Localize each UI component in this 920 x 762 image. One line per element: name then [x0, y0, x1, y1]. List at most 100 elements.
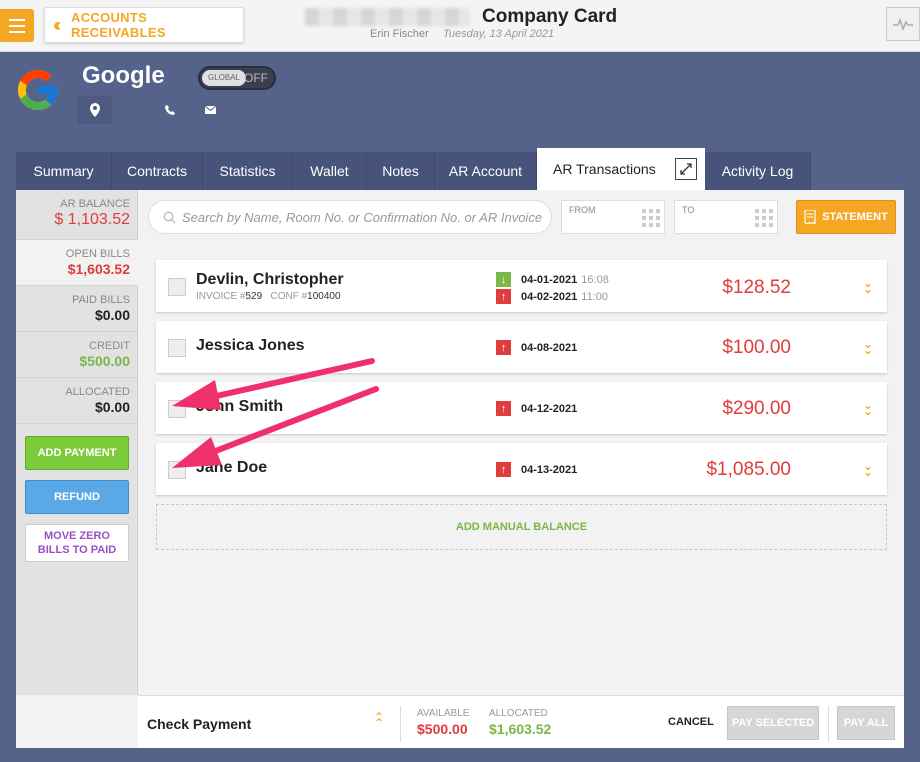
tab-activity-log[interactable]: Activity Log [705, 152, 811, 190]
bill-checkbox[interactable] [168, 339, 186, 357]
available-stat: AVAILABLE $500.00 [417, 708, 469, 737]
move-zero-bills-to-paid-button[interactable]: MOVE ZERO BILLS TO PAID [25, 524, 129, 562]
date-text: 04-13-2021 [521, 463, 578, 476]
invoice-label: INVOICE # [196, 291, 246, 302]
envelope-icon [204, 106, 216, 114]
blurred-company-text [305, 8, 470, 26]
divider [400, 706, 401, 742]
to-label: TO [682, 205, 695, 215]
statement-label: STATEMENT [822, 211, 888, 223]
bill-row[interactable]: Jane Doe ↑ 04-13-2021 $1,085.00 ⌄ ⌄ [156, 443, 887, 495]
credit-stat[interactable]: CREDIT $500.00 [16, 332, 138, 378]
tab-statistics[interactable]: Statistics [203, 152, 293, 190]
chevron-up-icon[interactable]: ⌃ ⌃ [374, 711, 384, 729]
open-bills-label: OPEN BILLS [65, 248, 130, 260]
bill-checkbox[interactable] [168, 278, 186, 296]
bill-row[interactable]: Jessica Jones ↑ 04-08-2021 $100.00 ⌄ ⌄ [156, 321, 887, 373]
expand-chevron-icon[interactable]: ⌄ ⌄ [863, 460, 873, 478]
back-to-accounts-receivables-button[interactable]: ‹‹ ACCOUNTS RECEIVABLES [44, 7, 244, 43]
expand-icon[interactable] [675, 158, 697, 180]
bill-row[interactable]: John Smith ↑ 04-12-2021 $290.00 ⌄ ⌄ [156, 382, 887, 434]
tab-label: AR Account [448, 163, 523, 179]
statement-button[interactable]: STATEMENT [796, 200, 896, 234]
pay-selected-button[interactable]: PAY SELECTED [727, 706, 819, 740]
expand-chevron-icon[interactable]: ⌄ ⌄ [863, 399, 873, 417]
arrow-up-icon: ↑ [496, 401, 511, 416]
add-payment-button[interactable]: ADD PAYMENT [25, 436, 129, 470]
allocated-value: $0.00 [94, 399, 130, 415]
search-icon [163, 210, 176, 224]
tab-wallet[interactable]: Wallet [293, 152, 367, 190]
allocated-label: ALLOCATED [65, 386, 130, 398]
user-name: Erin Fischer [370, 28, 429, 40]
tab-label: AR Transactions [553, 161, 656, 177]
search-bar [148, 200, 552, 234]
map-pin-icon [90, 103, 100, 117]
bill-amount: $290.00 [722, 398, 791, 419]
credit-label: CREDIT [89, 340, 130, 352]
back-button-label: ACCOUNTS RECEIVABLES [71, 10, 166, 40]
email-button[interactable] [198, 96, 222, 124]
bill-meta: INVOICE #529 CONF #100400 [196, 291, 341, 302]
activity-pulse-button[interactable] [886, 7, 920, 41]
from-date-field[interactable]: FROM [561, 200, 665, 234]
available-value: $500.00 [417, 721, 468, 737]
paid-bills-label: PAID BILLS [72, 294, 130, 306]
invoice-number: 529 [245, 291, 263, 302]
payment-method[interactable]: Check Payment [147, 716, 251, 732]
credit-value: $500.00 [79, 353, 130, 369]
tab-label: Summary [33, 163, 94, 179]
bill-row[interactable]: Devlin, Christopher INVOICE #529 CONF #1… [156, 260, 887, 312]
page-title: Company Card [482, 6, 618, 27]
expand-chevron-icon[interactable]: ⌄ ⌄ [863, 277, 873, 295]
tab-label: Wallet [310, 163, 349, 179]
bill-checkbox[interactable] [168, 400, 186, 418]
from-label: FROM [569, 205, 596, 215]
tab-ar-transactions[interactable]: AR Transactions [537, 148, 705, 190]
open-bills-stat[interactable]: OPEN BILLS $1,603.52 [16, 240, 138, 286]
ar-balance-label: AR BALANCE [60, 198, 130, 210]
pulse-icon [893, 17, 913, 31]
time-text: 11:00 [581, 290, 608, 303]
allocated-stat: ALLOCATED $0.00 [16, 378, 138, 424]
guest-name: Devlin, Christopher [196, 271, 344, 288]
hamburger-menu-icon[interactable] [0, 9, 34, 42]
paid-bills-value: $0.00 [94, 307, 130, 323]
bill-amount: $128.52 [722, 277, 791, 298]
refund-button[interactable]: REFUND [25, 480, 129, 514]
search-input[interactable] [182, 209, 542, 225]
ar-balance-stat: AR BALANCE $ 1,103.52 [16, 190, 138, 240]
expand-chevron-icon[interactable]: ⌄ ⌄ [863, 338, 873, 356]
tab-contracts[interactable]: Contracts [112, 152, 203, 190]
summary-sidebar: AR BALANCE $ 1,103.52 OPEN BILLS $1,603.… [16, 190, 138, 695]
paid-bills-stat[interactable]: PAID BILLS $0.00 [16, 286, 138, 332]
tab-label: Activity Log [721, 163, 794, 179]
date-text: 04-02-2021 [521, 290, 578, 303]
pay-all-button[interactable]: PAY ALL [837, 706, 895, 740]
phone-icon [164, 104, 175, 115]
bill-amount: $1,085.00 [706, 459, 791, 480]
arrow-up-icon: ↑ [496, 340, 511, 355]
phone-button[interactable] [158, 96, 182, 124]
global-toggle[interactable]: GLOBAL OFF [198, 66, 276, 90]
to-date-field[interactable]: TO [674, 200, 778, 234]
tab-summary[interactable]: Summary [16, 152, 112, 190]
allocated-footer-value: $1,603.52 [489, 721, 552, 737]
location-button[interactable] [78, 96, 112, 124]
cancel-button[interactable]: CANCEL [668, 716, 714, 728]
check-out-date: ↑ 04-02-2021 11:00 [496, 289, 608, 304]
guest-name: Jessica Jones [196, 337, 305, 354]
date-text: 04-12-2021 [521, 402, 578, 415]
payment-bar: Check Payment ⌃ ⌃ AVAILABLE $500.00 ALLOC… [138, 695, 904, 748]
google-logo [18, 70, 58, 110]
conf-label: CONF # [270, 291, 308, 302]
tab-notes[interactable]: Notes [367, 152, 435, 190]
check-out-date: ↑ 04-13-2021 [496, 462, 577, 477]
tab-ar-account[interactable]: AR Account [435, 152, 537, 190]
bill-checkbox[interactable] [168, 461, 186, 479]
add-manual-balance-button[interactable]: ADD MANUAL BALANCE [156, 504, 887, 550]
calendar-grid-icon [755, 209, 773, 227]
calendar-grid-icon [642, 209, 660, 227]
arrow-up-icon: ↑ [496, 462, 511, 477]
receipt-icon [804, 210, 816, 224]
